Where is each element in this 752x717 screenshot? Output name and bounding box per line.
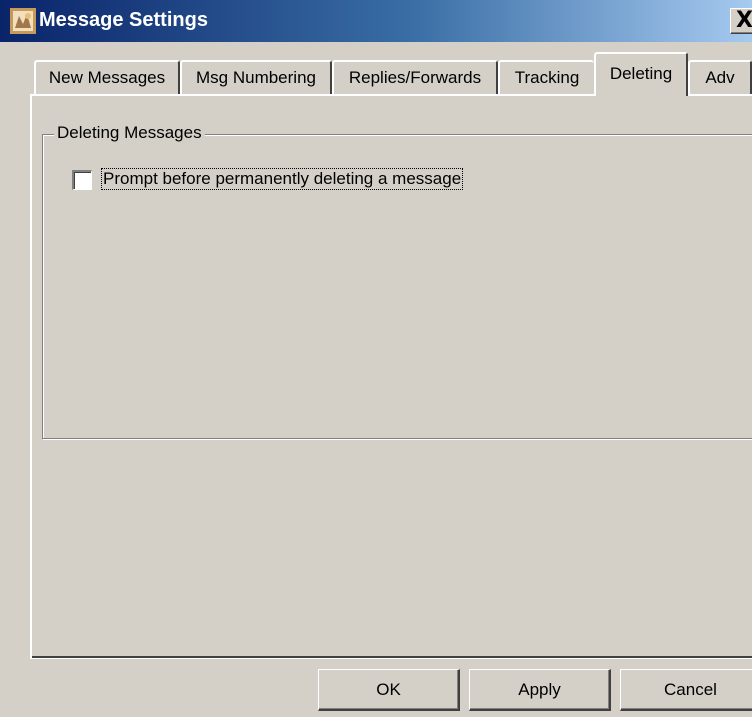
message-settings-dialog: Message Settings X New Messages Msg Numb…: [0, 0, 752, 717]
tab-strip: New Messages Msg Numbering Replies/Forwa…: [0, 52, 752, 96]
tab-replies-forwards[interactable]: Replies/Forwards: [332, 60, 498, 94]
title-bar[interactable]: Message Settings X: [0, 0, 752, 42]
tab-new-messages[interactable]: New Messages: [34, 60, 180, 94]
deleting-tab-page: [30, 94, 752, 658]
tab-adv[interactable]: Adv: [688, 60, 752, 94]
tab-msg-numbering[interactable]: Msg Numbering: [180, 60, 332, 94]
tab-deleting[interactable]: Deleting: [594, 52, 688, 96]
cancel-button[interactable]: Cancel: [620, 669, 752, 711]
close-icon: X: [736, 8, 752, 33]
group-label: Deleting Messages: [54, 123, 205, 143]
window-title: Message Settings: [39, 9, 208, 31]
close-button[interactable]: X: [730, 8, 752, 34]
tab-tracking[interactable]: Tracking: [498, 60, 594, 94]
ok-button[interactable]: OK: [318, 669, 460, 711]
apply-button[interactable]: Apply: [469, 669, 611, 711]
app-icon: [10, 8, 36, 34]
